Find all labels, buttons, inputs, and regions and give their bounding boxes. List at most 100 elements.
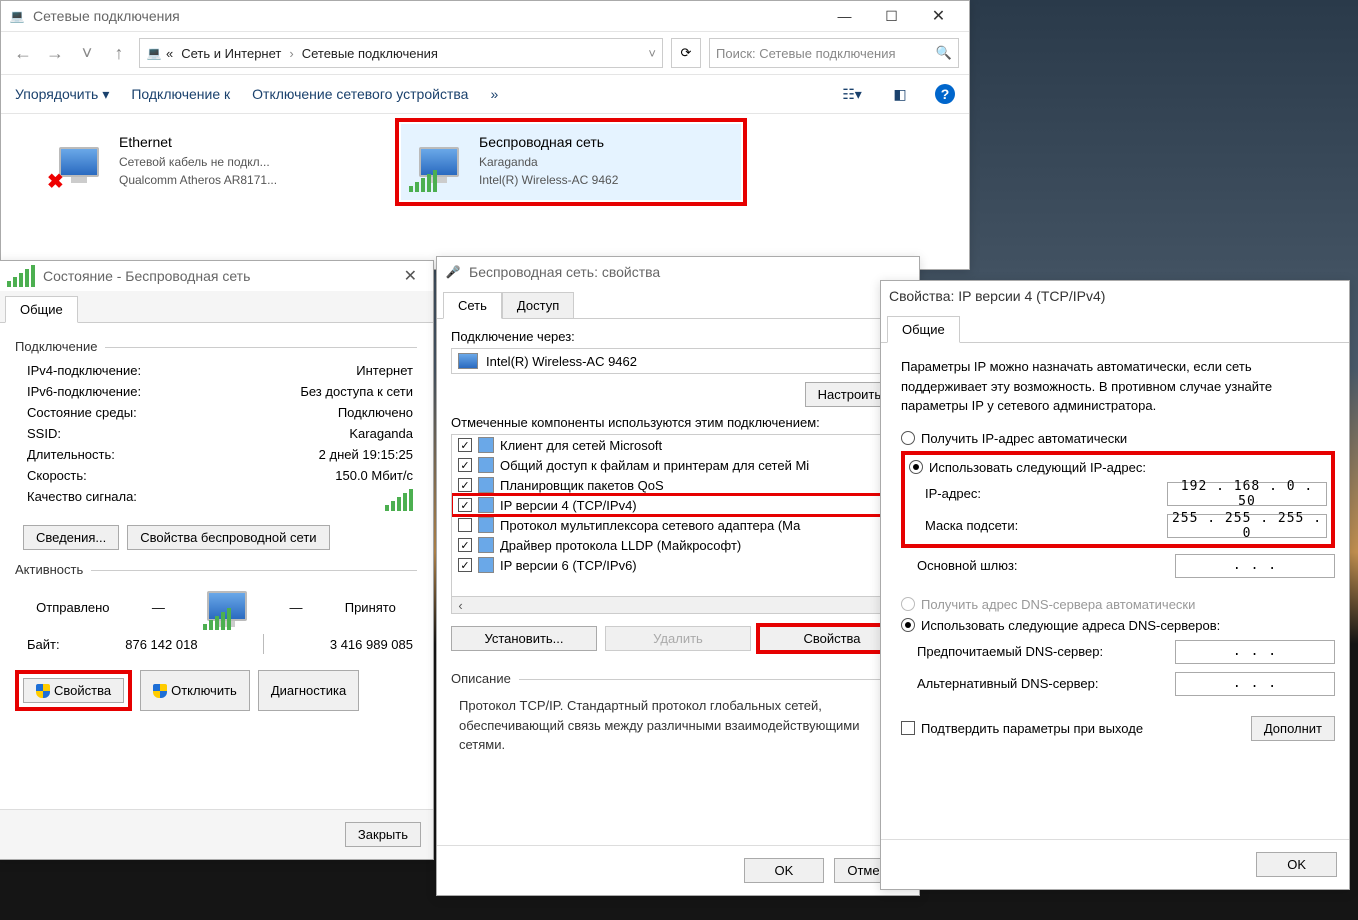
alternate-dns-field[interactable]: . . . xyxy=(1175,672,1335,696)
preferred-dns-field[interactable]: . . . xyxy=(1175,640,1335,664)
component-row[interactable]: Клиент для сетей Microsoft xyxy=(452,435,904,455)
preview-pane-icon[interactable]: ◧ xyxy=(887,81,913,107)
tab-general[interactable]: Общие xyxy=(887,316,960,343)
label: Качество сигнала: xyxy=(27,489,137,514)
close-button[interactable]: ✕ xyxy=(916,2,961,30)
advanced-button[interactable]: Дополнит xyxy=(1251,716,1335,741)
search-icon: 🔍 xyxy=(936,45,952,61)
breadcrumb-separator xyxy=(285,46,297,61)
properties-button[interactable]: Свойства xyxy=(23,678,124,703)
up-button[interactable] xyxy=(107,41,131,65)
checkbox-icon[interactable] xyxy=(458,558,472,572)
window-title: Состояние - Беспроводная сеть xyxy=(43,268,388,284)
diagnostics-button[interactable]: Диагностика xyxy=(258,670,359,711)
component-row[interactable]: IP версии 4 (TCP/IPv4) xyxy=(452,495,904,515)
help-icon[interactable]: ? xyxy=(935,84,955,104)
horizontal-scrollbar[interactable]: ‹ › xyxy=(452,596,904,613)
sent-label: Отправлено xyxy=(36,600,109,615)
ok-button[interactable]: OK xyxy=(1256,852,1337,877)
ip-address-field[interactable]: 192 . 168 . 0 . 50 xyxy=(1167,482,1327,506)
component-icon xyxy=(478,517,494,533)
value: Без доступа к сети xyxy=(300,384,413,399)
chevron-down-icon[interactable]: ˅ xyxy=(648,46,656,61)
checkbox-icon[interactable] xyxy=(458,458,472,472)
label: Подключение через: xyxy=(451,329,905,344)
tab-general[interactable]: Общие xyxy=(5,296,78,323)
component-row[interactable]: IP версии 6 (TCP/IPv6) xyxy=(452,555,904,575)
disable-device-button[interactable]: Отключение сетевого устройства xyxy=(252,86,468,102)
connection-adapter: Qualcomm Atheros AR8171... xyxy=(119,171,277,189)
component-row[interactable]: Протокол мультиплексора сетевого адаптер… xyxy=(452,515,904,535)
titlebar[interactable]: Свойства: IP версии 4 (TCP/IPv4) xyxy=(881,281,1349,311)
checkbox-icon[interactable] xyxy=(458,538,472,552)
breadcrumb-segment[interactable]: Сеть и Интернет xyxy=(177,46,285,61)
details-button[interactable]: Сведения... xyxy=(23,525,119,550)
titlebar[interactable]: Беспроводная сеть: свойства xyxy=(437,257,919,287)
component-row[interactable]: Общий доступ к файлам и принтерам для се… xyxy=(452,455,904,475)
confirm-on-exit-checkbox[interactable]: Подтвердить параметры при выходе Дополни… xyxy=(901,716,1335,741)
component-row[interactable]: Планировщик пакетов QoS xyxy=(452,475,904,495)
connect-to-button[interactable]: Подключение к xyxy=(131,86,230,102)
highlight-box: Свойства xyxy=(15,670,132,711)
radio-icon xyxy=(901,431,915,445)
organize-menu[interactable]: Упорядочить ▾ xyxy=(15,86,109,103)
window-icon xyxy=(445,264,461,280)
search-input[interactable]: Поиск: Сетевые подключения 🔍 xyxy=(709,38,959,68)
checkbox-icon[interactable] xyxy=(458,438,472,452)
view-options-icon[interactable]: ☷▾ xyxy=(839,81,865,107)
window-title: Беспроводная сеть: свойства xyxy=(469,264,911,280)
component-label: Общий доступ к файлам и принтерам для се… xyxy=(500,458,809,473)
back-button[interactable]: ← xyxy=(11,41,35,65)
more-commands[interactable]: » xyxy=(490,86,498,102)
group-label: Активность xyxy=(15,562,83,577)
recent-button[interactable]: ˅ xyxy=(75,41,99,65)
wifi-status-window: Состояние - Беспроводная сеть ✕ Общие По… xyxy=(0,260,434,860)
radio-icon xyxy=(901,618,915,632)
connection-item-ethernet[interactable]: ✖ Ethernet Сетевой кабель не подкл... Qu… xyxy=(41,124,381,200)
checkbox-icon[interactable] xyxy=(458,518,472,532)
ok-button[interactable]: OK xyxy=(744,858,825,883)
close-button[interactable]: ✕ xyxy=(396,266,425,286)
radio-auto-dns: Получить адрес DNS-сервера автоматически xyxy=(901,594,1335,615)
separator xyxy=(263,634,264,654)
breadcrumb-segment[interactable]: Сетевые подключения xyxy=(298,46,442,61)
signal-quality-icon xyxy=(385,489,413,514)
forward-button[interactable]: → xyxy=(43,41,67,65)
radio-manual-dns[interactable]: Использовать следующие адреса DNS-сервер… xyxy=(901,615,1335,636)
tab-network[interactable]: Сеть xyxy=(443,292,502,319)
checkbox-icon[interactable] xyxy=(458,478,472,492)
radio-auto-ip[interactable]: Получить IP-адрес автоматически xyxy=(901,428,1335,449)
radio-icon xyxy=(901,597,915,611)
connection-item-wifi[interactable]: Беспроводная сеть Karaganda Intel(R) Wir… xyxy=(401,124,741,200)
disable-button[interactable]: Отключить xyxy=(140,670,250,711)
gateway-field[interactable]: . . . xyxy=(1175,554,1335,578)
window-icon xyxy=(9,8,25,24)
adapter-name: Intel(R) Wireless-AC 9462 xyxy=(486,354,637,369)
subnet-mask-field[interactable]: 255 . 255 . 255 . 0 xyxy=(1167,514,1327,538)
sent-bytes-value: 876 142 018 xyxy=(125,637,197,652)
refresh-button[interactable]: ⟳ xyxy=(671,38,701,68)
connection-adapter: Intel(R) Wireless-AC 9462 xyxy=(479,171,618,189)
titlebar[interactable]: Сетевые подключения — ☐ ✕ xyxy=(1,1,969,31)
address-box[interactable]: « Сеть и Интернет Сетевые подключения ˅ xyxy=(139,38,663,68)
components-list[interactable]: Клиент для сетей Microsoft Общий доступ к… xyxy=(451,434,905,614)
titlebar[interactable]: Состояние - Беспроводная сеть ✕ xyxy=(0,261,433,291)
tab-access[interactable]: Доступ xyxy=(502,292,574,319)
breadcrumb-segment[interactable]: « xyxy=(162,46,177,61)
adapter-icon xyxy=(458,353,478,369)
minimize-button[interactable]: — xyxy=(822,2,867,30)
description-text: Протокол TCP/IP. Стандартный протокол гл… xyxy=(451,692,905,759)
adapter-selector[interactable]: Intel(R) Wireless-AC 9462 xyxy=(451,348,905,374)
install-button[interactable]: Установить... xyxy=(451,626,597,651)
wireless-properties-button[interactable]: Свойства беспроводной сети xyxy=(127,525,329,550)
component-label: Драйвер протокола LLDP (Майкрософт) xyxy=(500,538,741,553)
label: Скорость: xyxy=(27,468,87,483)
checkbox-label: Подтвердить параметры при выходе xyxy=(921,721,1143,736)
checkbox-icon[interactable] xyxy=(458,498,472,512)
radio-manual-ip[interactable]: Использовать следующий IP-адрес: xyxy=(909,457,1327,478)
maximize-button[interactable]: ☐ xyxy=(869,2,914,30)
scroll-left-icon[interactable]: ‹ xyxy=(452,597,469,613)
adapter-properties-window: Беспроводная сеть: свойства Сеть Доступ … xyxy=(436,256,920,896)
component-row[interactable]: Драйвер протокола LLDP (Майкрософт) xyxy=(452,535,904,555)
close-button[interactable]: Закрыть xyxy=(345,822,421,847)
